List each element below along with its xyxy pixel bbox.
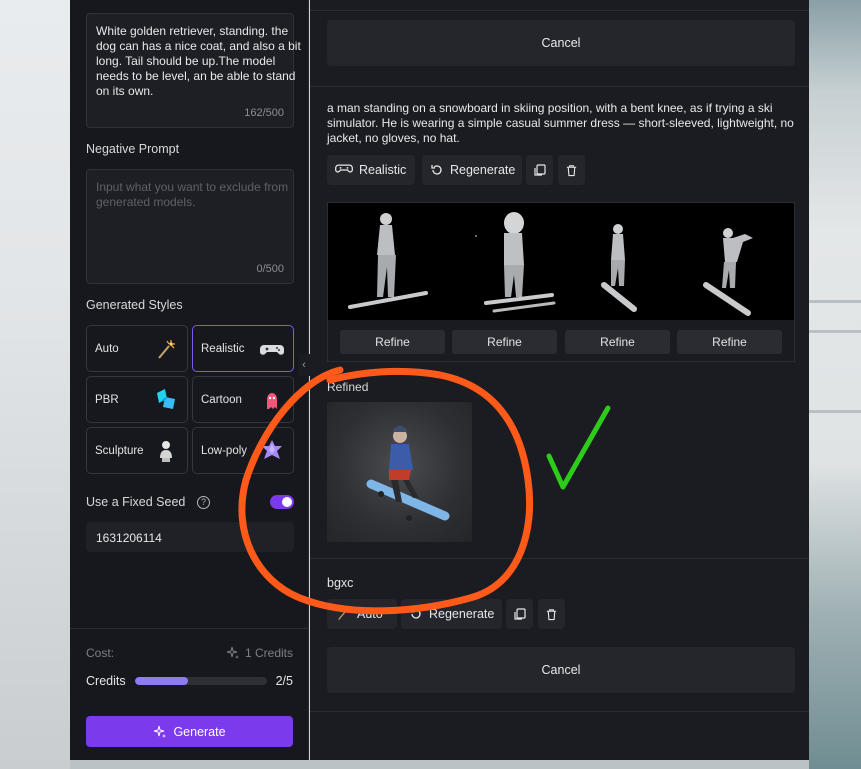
- generation-sidebar: White golden retriever, standing. the do…: [70, 0, 309, 760]
- cancel-button[interactable]: Cancel: [327, 647, 795, 693]
- background-right: [809, 0, 861, 769]
- seed-input[interactable]: 1631206114: [86, 522, 294, 552]
- style-chip-auto: Auto: [327, 599, 397, 629]
- regenerate-button[interactable]: Regenerate: [422, 155, 522, 185]
- copy-icon: [513, 608, 526, 620]
- refine-button[interactable]: Refine: [340, 330, 445, 354]
- refresh-icon: [410, 609, 421, 619]
- gamepad-icon: [335, 164, 353, 173]
- prompt-counter: 162/500: [244, 107, 284, 119]
- trash-icon: [546, 608, 557, 620]
- preview-thumbnail-2[interactable]: [444, 203, 560, 320]
- fixed-seed-toggle[interactable]: [270, 495, 294, 509]
- generate-label: Generate: [173, 724, 226, 739]
- cost-value: 1 Credits: [226, 646, 293, 660]
- negative-prompt-label: Negative Prompt: [86, 142, 180, 156]
- lowpoly-gem-icon: [262, 440, 282, 459]
- refine-button[interactable]: Refine: [452, 330, 557, 354]
- negative-prompt-counter: 0/500: [256, 263, 284, 275]
- preview-thumbnail-4[interactable]: [676, 203, 792, 320]
- style-card-cartoon[interactable]: Cartoon: [192, 376, 294, 423]
- gamepad-icon: [260, 345, 284, 355]
- preview-thumbnail-3[interactable]: [560, 203, 676, 320]
- style-label: Low-poly: [201, 445, 248, 457]
- generated-styles-label: Generated Styles: [86, 298, 183, 312]
- cartoon-ghost-icon: [267, 393, 277, 409]
- bust-icon: [160, 441, 172, 462]
- collapse-sidebar-button[interactable]: ‹: [298, 354, 310, 376]
- model-preview-grid: Refine Refine Refine Refine: [327, 202, 795, 362]
- generation-queue-panel: Cancel a man standing on a snowboard in …: [310, 0, 809, 760]
- style-label: Cartoon: [201, 394, 242, 406]
- regenerate-label: Regenerate: [429, 607, 495, 621]
- style-label: PBR: [95, 394, 119, 406]
- magic-wand-icon: [338, 608, 349, 620]
- style-card-sculpture[interactable]: Sculpture: [86, 427, 188, 474]
- refined-label: Refined: [327, 380, 369, 394]
- sparkle-icon: [226, 646, 239, 659]
- credits-label: Credits: [86, 674, 126, 688]
- style-label: Realistic: [201, 343, 245, 355]
- help-icon[interactable]: ?: [197, 496, 210, 509]
- pbr-cube-icon: [157, 389, 175, 409]
- negative-prompt-textarea[interactable]: Input what you want to exclude from gene…: [86, 169, 294, 284]
- sidebar-footer-divider: [70, 628, 309, 629]
- job-prompt-text: a man standing on a snowboard in skiing …: [327, 101, 794, 145]
- refined-model-thumbnail[interactable]: [327, 402, 472, 542]
- magic-wand-icon: [158, 340, 175, 359]
- refine-button[interactable]: Refine: [677, 330, 782, 354]
- divider: [310, 86, 809, 87]
- credits-progress-fill: [135, 677, 188, 685]
- credits-progress-bar: [135, 677, 267, 685]
- preview-thumbnail-1[interactable]: [328, 203, 444, 320]
- preview-strip: [328, 203, 794, 320]
- style-card-realistic[interactable]: Realistic: [192, 325, 294, 372]
- copy-button[interactable]: [526, 155, 553, 185]
- style-chip-realistic: Realistic: [327, 155, 415, 185]
- regenerate-label: Regenerate: [450, 163, 516, 177]
- style-chip-label: Realistic: [359, 163, 407, 177]
- style-card-lowpoly[interactable]: Low-poly: [192, 427, 294, 474]
- style-label: Sculpture: [95, 445, 144, 457]
- style-label: Auto: [95, 343, 119, 355]
- background-left: [0, 0, 70, 769]
- sparkle-icon: [154, 725, 167, 738]
- style-card-pbr[interactable]: PBR: [86, 376, 188, 423]
- divider: [310, 558, 809, 559]
- divider: [310, 711, 809, 712]
- refine-button[interactable]: Refine: [565, 330, 670, 354]
- cost-value-text: 1 Credits: [244, 646, 293, 660]
- style-chip-label: Auto: [357, 607, 383, 621]
- copy-icon: [533, 164, 546, 176]
- background-bottom: [70, 760, 809, 769]
- trash-icon: [566, 164, 577, 176]
- delete-button[interactable]: [538, 599, 565, 629]
- negative-prompt-placeholder: Input what you want to exclude from gene…: [96, 180, 289, 209]
- prompt-text: White golden retriever, standing. the do…: [96, 24, 301, 98]
- job-title: bgxc: [327, 576, 354, 590]
- divider: [310, 10, 809, 11]
- cancel-button[interactable]: Cancel: [327, 20, 795, 66]
- refresh-icon: [431, 165, 442, 175]
- cost-label: Cost:: [86, 646, 115, 660]
- prompt-textarea[interactable]: White golden retriever, standing. the do…: [86, 13, 301, 128]
- generate-button[interactable]: Generate: [86, 716, 293, 747]
- copy-button[interactable]: [506, 599, 533, 629]
- regenerate-button[interactable]: Regenerate: [401, 599, 502, 629]
- refined-model-render: [366, 426, 450, 521]
- credits-count: 2/5: [275, 674, 293, 688]
- delete-button[interactable]: [558, 155, 585, 185]
- style-card-auto[interactable]: Auto: [86, 325, 188, 372]
- fixed-seed-label: Use a Fixed Seed: [86, 495, 186, 509]
